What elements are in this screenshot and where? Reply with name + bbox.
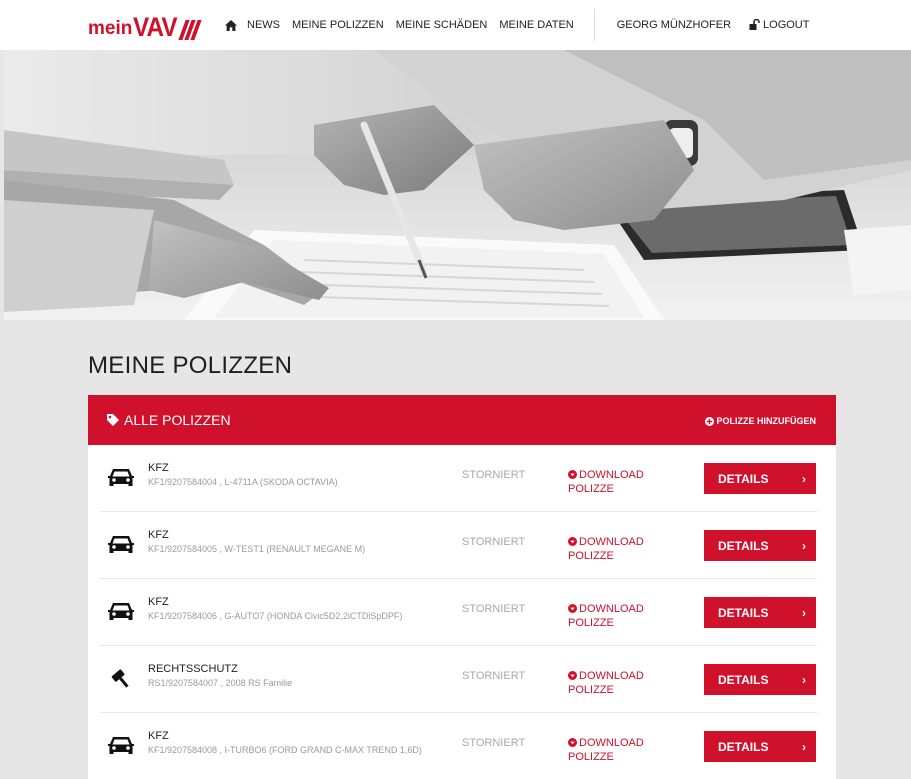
download-circle-icon — [568, 671, 577, 680]
panel-title: ALLE POLIZZEN — [106, 412, 231, 428]
policy-row: RECHTSSCHUTZ RS1/9207584007 , 2008 RS Fa… — [100, 646, 817, 713]
download-label: DOWNLOAD POLIZZE — [568, 603, 644, 629]
policy-row: KFZ KF1/9207584006 , G-AUTO7 (HONDA Civi… — [100, 579, 817, 646]
page-title: MEINE POLIZZEN — [88, 352, 293, 379]
policy-identifier: RS1/9207584007 , 2008 RS Familie — [148, 678, 293, 688]
details-label: DETAILS — [718, 471, 769, 486]
policy-type: KFZ — [148, 596, 169, 608]
policy-status: STORNIERT — [462, 536, 526, 548]
panel-header: ALLE POLIZZEN POLIZZE HINZUFÜGEN — [88, 395, 836, 445]
chevron-right-icon: › — [802, 673, 806, 687]
home-icon[interactable] — [225, 18, 239, 32]
main-nav: NEWS MEINE POLIZZEN MEINE SCHÄDEN MEINE … — [225, 0, 809, 50]
download-policy-link[interactable]: DOWNLOAD POLIZZE — [568, 468, 668, 496]
logout-label: LOGOUT — [763, 19, 810, 31]
download-label: DOWNLOAD POLIZZE — [568, 737, 644, 763]
car-icon — [108, 603, 134, 620]
details-button[interactable]: DETAILS › — [704, 530, 816, 561]
nav-meine-schaeden[interactable]: MEINE SCHÄDEN — [396, 19, 488, 31]
policy-identifier: KF1/9207584004 , L-4711A (SKODA OCTAVIA) — [148, 477, 338, 487]
policy-identifier: KF1/9207584008 , I-TURBO6 (FORD GRAND C-… — [148, 745, 422, 755]
add-policy-label: POLIZZE HINZUFÜGEN — [716, 416, 817, 426]
car-icon — [108, 536, 134, 553]
download-circle-icon — [568, 604, 577, 613]
chevron-right-icon: › — [802, 539, 806, 553]
tag-icon — [107, 414, 119, 426]
policy-status: STORNIERT — [462, 670, 526, 682]
nav-meine-polizzen[interactable]: MEINE POLIZZEN — [292, 19, 384, 31]
details-button[interactable]: DETAILS › — [704, 731, 816, 762]
policy-type: KFZ — [148, 529, 169, 541]
panel-title-label: ALLE POLIZZEN — [124, 412, 231, 428]
nav-divider — [593, 9, 595, 41]
download-label: DOWNLOAD POLIZZE — [568, 670, 644, 696]
policy-identifier: KF1/9207584005 , W-TEST1 (RENAULT MEGANE… — [148, 544, 366, 554]
logo-prefix: mein — [88, 18, 133, 39]
details-button[interactable]: DETAILS › — [704, 463, 816, 494]
details-label: DETAILS — [718, 672, 769, 687]
chevron-right-icon: › — [802, 606, 806, 620]
nav-news[interactable]: NEWS — [247, 19, 280, 31]
policy-identifier: KF1/9207584006 , G-AUTO7 (HONDA Civic5D2… — [148, 611, 403, 621]
details-label: DETAILS — [718, 739, 769, 754]
policy-row: KFZ KF1/9207584005 , W-TEST1 (RENAULT ME… — [100, 512, 817, 579]
logo-name: VAV — [133, 12, 178, 42]
policy-status: STORNIERT — [462, 737, 526, 749]
add-policy-link[interactable]: POLIZZE HINZUFÜGEN — [704, 416, 817, 426]
car-icon — [108, 737, 134, 754]
download-policy-link[interactable]: DOWNLOAD POLIZZE — [568, 602, 668, 630]
hero-image — [4, 50, 911, 320]
car-icon — [108, 469, 134, 486]
policy-type: KFZ — [148, 462, 169, 474]
download-circle-icon — [568, 738, 577, 747]
policy-type: RECHTSSCHUTZ — [148, 663, 238, 675]
policy-status: STORNIERT — [462, 603, 526, 615]
policy-list: KFZ KF1/9207584004 , L-4711A (SKODA OCTA… — [88, 445, 836, 779]
nav-meine-daten[interactable]: MEINE DATEN — [499, 19, 573, 31]
details-label: DETAILS — [718, 538, 769, 553]
brand-logo[interactable]: mein VAV — [88, 10, 202, 42]
details-label: DETAILS — [718, 605, 769, 620]
details-button[interactable]: DETAILS › — [704, 664, 816, 695]
plus-circle-icon — [704, 416, 714, 426]
download-label: DOWNLOAD POLIZZE — [568, 469, 644, 495]
chevron-right-icon: › — [802, 740, 806, 754]
policy-row: KFZ KF1/9207584004 , L-4711A (SKODA OCTA… — [100, 445, 817, 512]
user-name[interactable]: GEORG MÜNZHOFER — [617, 19, 731, 31]
download-policy-link[interactable]: DOWNLOAD POLIZZE — [568, 736, 668, 764]
gavel-icon — [111, 669, 129, 688]
chevron-right-icon: › — [802, 472, 806, 486]
policies-panel: ALLE POLIZZEN POLIZZE HINZUFÜGEN KFZ KF1… — [88, 395, 836, 779]
download-policy-link[interactable]: DOWNLOAD POLIZZE — [568, 535, 668, 563]
details-button[interactable]: DETAILS › — [704, 597, 816, 628]
download-circle-icon — [568, 537, 577, 546]
unlock-icon — [749, 19, 760, 30]
download-label: DOWNLOAD POLIZZE — [568, 536, 644, 562]
logo-slashes-icon — [178, 18, 202, 40]
top-navigation-bar: mein VAV NEWS MEINE POLIZZEN MEINE SCHÄD… — [0, 0, 911, 50]
policy-type: KFZ — [148, 730, 169, 742]
download-policy-link[interactable]: DOWNLOAD POLIZZE — [568, 669, 668, 697]
policy-row: KFZ KF1/9207584008 , I-TURBO6 (FORD GRAN… — [100, 713, 817, 779]
policy-status: STORNIERT — [462, 469, 526, 481]
logout-link[interactable]: LOGOUT — [749, 19, 809, 31]
download-circle-icon — [568, 470, 577, 479]
